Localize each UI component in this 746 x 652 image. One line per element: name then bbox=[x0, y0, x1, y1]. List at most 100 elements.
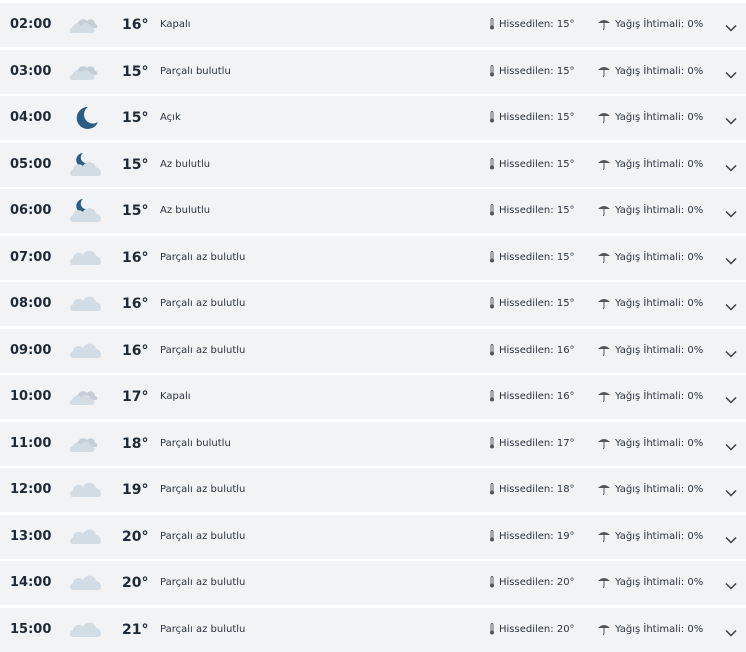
rain-chance: Yağış İhtimali: 0% bbox=[597, 608, 703, 652]
hour-time: 05:00 bbox=[10, 156, 52, 172]
rain-chance: Yağış İhtimali: 0% bbox=[597, 282, 703, 326]
umbrella-icon bbox=[598, 299, 610, 309]
hour-temperature: 16° bbox=[122, 17, 149, 33]
feels-like: Hissedilen: 18° bbox=[489, 468, 575, 512]
chevron-down-icon[interactable] bbox=[724, 391, 738, 404]
hour-time: 12:00 bbox=[10, 482, 52, 497]
umbrella-icon bbox=[598, 113, 610, 123]
cloud-icon bbox=[68, 289, 104, 319]
thermometer-icon bbox=[490, 343, 494, 355]
hour-row[interactable]: 10:00 17° Kapalı Hissedilen: 16° Yağış İhtim… bbox=[0, 375, 746, 419]
chevron-down-icon[interactable] bbox=[724, 112, 738, 125]
rain-chance-value: 0% bbox=[687, 484, 704, 495]
feels-like-label: Hissedilen: bbox=[499, 19, 554, 30]
cloud-icon bbox=[68, 522, 104, 552]
hour-time: 04:00 bbox=[10, 110, 52, 125]
chevron-down-icon[interactable] bbox=[724, 484, 738, 497]
thermometer-icon bbox=[490, 111, 494, 123]
rain-chance-label: Yağış İhtimali: bbox=[615, 112, 685, 123]
hour-condition: Kapalı bbox=[160, 19, 191, 30]
hour-row[interactable]: 12:00 19° Parçalı az bulutlu Hissedilen: 18… bbox=[0, 468, 746, 512]
rain-chance: Yağış İhtimali: 0% bbox=[597, 515, 703, 559]
hour-row[interactable]: 13:00 20° Parçalı az bulutlu Hissedilen: 19… bbox=[0, 514, 746, 559]
hour-temperature: 17° bbox=[122, 389, 149, 405]
feels-like-value: 16° bbox=[556, 344, 575, 356]
chevron-down-icon[interactable] bbox=[724, 205, 738, 218]
feels-like: Hissedilen: 20° bbox=[489, 561, 575, 605]
hour-row[interactable]: 14:00 20° Parçalı az bulutlu Hissedilen: 20… bbox=[0, 561, 746, 605]
chevron-down-icon[interactable] bbox=[724, 159, 738, 172]
rain-chance-label: Yağış İhtimali: bbox=[615, 437, 685, 449]
chevron-down-icon[interactable] bbox=[724, 624, 738, 637]
rain-chance-label: Yağış İhtimali: bbox=[615, 158, 685, 170]
feels-like-value: 15° bbox=[556, 251, 575, 263]
feels-like-value: 15° bbox=[556, 112, 575, 123]
chevron-down-icon[interactable] bbox=[724, 19, 738, 32]
thermometer-icon bbox=[490, 529, 494, 541]
chevron-down-icon[interactable] bbox=[724, 252, 738, 265]
umbrella-icon bbox=[598, 252, 610, 263]
hour-temperature: 15° bbox=[122, 110, 149, 126]
feels-like-label: Hissedilen: bbox=[499, 205, 554, 216]
chevron-down-icon[interactable] bbox=[724, 577, 738, 590]
rain-chance-value: 0% bbox=[687, 623, 704, 635]
overcast-icon bbox=[68, 382, 104, 412]
rain-chance-label: Yağış İhtimali: bbox=[615, 577, 685, 588]
hour-row[interactable]: 15:00 21° Parçalı az bulutlu Hissedilen: 20… bbox=[0, 607, 746, 652]
overcast-icon bbox=[68, 57, 104, 87]
chevron-down-icon[interactable] bbox=[724, 66, 738, 79]
feels-like-value: 15° bbox=[556, 65, 575, 77]
feels-like: Hissedilen: 15° bbox=[489, 282, 575, 326]
hour-temperature: 15° bbox=[122, 203, 149, 219]
rain-chance-label: Yağış İhtimali: bbox=[615, 251, 685, 263]
hour-row[interactable]: 06:00 15° Az bulutlu Hissedilen: 15° Yağış İ… bbox=[0, 189, 746, 233]
feels-like-label: Hissedilen: bbox=[499, 344, 554, 356]
feels-like-label: Hissedilen: bbox=[499, 577, 554, 588]
rain-chance: Yağış İhtimali: 0% bbox=[597, 468, 703, 512]
cloud-icon bbox=[68, 475, 104, 505]
feels-like-label: Hissedilen: bbox=[499, 437, 554, 449]
hour-condition: Açık bbox=[160, 112, 181, 123]
feels-like: Hissedilen: 15° bbox=[489, 189, 575, 233]
hour-row[interactable]: 09:00 16° Parçalı az bulutlu Hissedilen: 16… bbox=[0, 328, 746, 373]
rain-chance-value: 0% bbox=[687, 298, 704, 309]
umbrella-icon bbox=[598, 531, 610, 542]
feels-like-label: Hissedilen: bbox=[499, 65, 554, 77]
chevron-down-icon[interactable] bbox=[724, 298, 738, 311]
feels-like-label: Hissedilen: bbox=[499, 530, 554, 542]
umbrella-icon bbox=[598, 392, 610, 402]
rain-chance-value: 0% bbox=[687, 530, 704, 542]
hour-row[interactable]: 02:00 16° Kapalı Hissedilen: 15° Yağış İhtim… bbox=[0, 3, 746, 47]
chevron-down-icon[interactable] bbox=[724, 438, 738, 451]
hour-time: 15:00 bbox=[10, 621, 52, 637]
hour-row[interactable]: 05:00 15° Az bulutlu Hissedilen: 15° Yağış İ… bbox=[0, 142, 746, 187]
feels-like-value: 18° bbox=[556, 484, 575, 495]
hour-row[interactable]: 07:00 16° Parçalı az bulutlu Hissedilen: 15… bbox=[0, 235, 746, 280]
rain-chance-value: 0% bbox=[687, 251, 704, 263]
thermometer-icon bbox=[490, 576, 494, 588]
hour-row[interactable]: 04:00 15° Açık Hissedilen: 15° Yağış İhtimal… bbox=[0, 96, 746, 140]
hour-condition: Parçalı az bulutlu bbox=[160, 530, 246, 542]
chevron-down-icon[interactable] bbox=[724, 531, 738, 544]
chevron-down-icon[interactable] bbox=[724, 345, 738, 358]
rain-chance-label: Yağış İhtimali: bbox=[615, 391, 685, 402]
thermometer-icon bbox=[490, 436, 494, 448]
umbrella-icon bbox=[598, 66, 610, 77]
overcast-icon bbox=[68, 10, 104, 40]
hour-time: 14:00 bbox=[10, 575, 52, 590]
hour-row[interactable]: 03:00 15° Parçalı bulutlu Hissedilen: 15° Ya… bbox=[0, 49, 746, 94]
umbrella-icon bbox=[598, 20, 610, 30]
hour-row[interactable]: 11:00 18° Parçalı bulutlu Hissedilen: 17° Ya… bbox=[0, 421, 746, 466]
rain-chance-value: 0% bbox=[687, 65, 704, 77]
umbrella-icon bbox=[598, 624, 610, 635]
rain-chance-value: 0% bbox=[687, 344, 704, 356]
hour-time: 06:00 bbox=[10, 203, 52, 218]
cloud-icon bbox=[68, 243, 104, 273]
hour-row[interactable]: 08:00 16° Parçalı az bulutlu Hissedilen: 15… bbox=[0, 282, 746, 326]
hour-condition: Parçalı bulutlu bbox=[160, 65, 231, 77]
hour-condition: Parçalı az bulutlu bbox=[160, 484, 246, 495]
thermometer-icon bbox=[490, 483, 494, 495]
rain-chance: Yağış İhtimali: 0% bbox=[597, 236, 703, 280]
hour-condition: Parçalı az bulutlu bbox=[160, 298, 246, 309]
thermometer-icon bbox=[490, 250, 494, 262]
